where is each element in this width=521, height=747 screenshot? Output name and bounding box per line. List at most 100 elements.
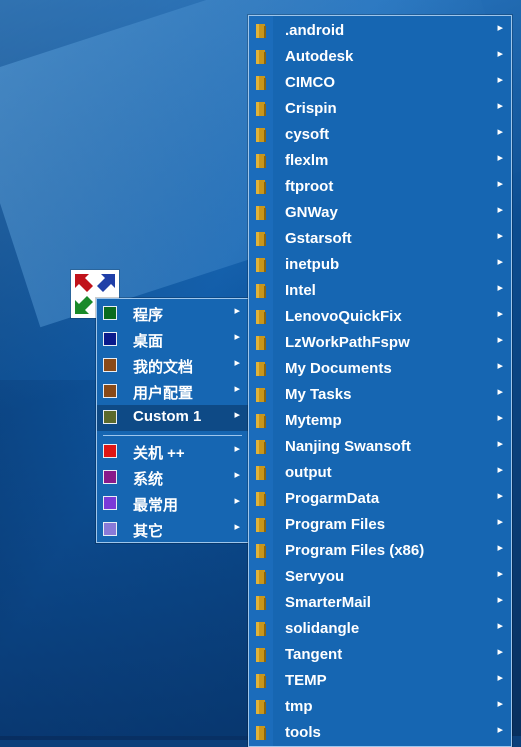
menu-separator: [103, 435, 242, 436]
submenu-folder-item[interactable]: tmp ▸: [249, 694, 511, 720]
submenu-folder-item[interactable]: TEMP ▸: [249, 668, 511, 694]
main-menu-item[interactable]: 关机 ++ ▸: [97, 439, 248, 465]
chevron-right-icon: ▸: [497, 307, 503, 320]
color-swatch-icon: [103, 496, 117, 510]
submenu-folder-item[interactable]: ftproot ▸: [249, 174, 511, 200]
main-menu-item-label: 其它: [133, 523, 164, 540]
submenu-folder-item[interactable]: My Documents ▸: [249, 356, 511, 382]
submenu-folder-item[interactable]: LenovoQuickFix ▸: [249, 304, 511, 330]
main-menu-item[interactable]: 程序 ▸: [97, 301, 248, 327]
submenu-item-label: Intel: [285, 282, 316, 299]
folder-icon: [255, 517, 267, 533]
main-menu-item[interactable]: 系统 ▸: [97, 465, 248, 491]
submenu-folder-item[interactable]: Mytemp ▸: [249, 408, 511, 434]
color-swatch-icon: [103, 384, 117, 398]
submenu-item-label: Program Files: [285, 516, 386, 533]
folder-icon: [255, 49, 267, 65]
chevron-right-icon: ▸: [234, 442, 240, 455]
submenu-folder-item[interactable]: CIMCO ▸: [249, 70, 511, 96]
submenu-item-label: My Documents: [285, 360, 392, 377]
submenu-item-label: Servyou: [285, 568, 345, 585]
submenu-folder-item[interactable]: GNWay ▸: [249, 200, 511, 226]
submenu-folder-item[interactable]: output ▸: [249, 460, 511, 486]
chevron-right-icon: ▸: [497, 723, 503, 736]
submenu-folder-item[interactable]: SmarterMail ▸: [249, 590, 511, 616]
color-swatch-icon: [103, 306, 117, 320]
folder-icon: [255, 283, 267, 299]
folder-icon: [255, 387, 267, 403]
chevron-right-icon: ▸: [497, 385, 503, 398]
submenu-folder-item[interactable]: Program Files (x86) ▸: [249, 538, 511, 564]
submenu-item-label: ProgarmData: [285, 490, 380, 507]
submenu-folder-item[interactable]: flexlm ▸: [249, 148, 511, 174]
main-menu-item[interactable]: 其它 ▸: [97, 517, 248, 543]
folder-icon: [255, 413, 267, 429]
chevron-right-icon: ▸: [497, 73, 503, 86]
submenu-item-label: CIMCO: [285, 74, 335, 91]
submenu-folder-item[interactable]: Autodesk ▸: [249, 44, 511, 70]
chevron-right-icon: ▸: [497, 567, 503, 580]
color-swatch-icon: [103, 358, 117, 372]
chevron-right-icon: ▸: [234, 304, 240, 317]
folder-icon: [255, 23, 267, 39]
main-menu-item[interactable]: 用户配置 ▸: [97, 379, 248, 405]
main-menu: 程序 ▸ 桌面 ▸ 我的文档 ▸ 用户配置 ▸ Custom 1 ▸ 关机 ++ ▸ 系统 ▸ 最常用 ▸ 其它…: [96, 298, 249, 543]
submenu-folder-item[interactable]: Intel ▸: [249, 278, 511, 304]
folder-icon: [255, 257, 267, 273]
main-menu-item[interactable]: 最常用 ▸: [97, 491, 248, 517]
submenu-folder-item[interactable]: tools ▸: [249, 720, 511, 746]
submenu-folder-item[interactable]: Crispin ▸: [249, 96, 511, 122]
submenu-item-label: My Tasks: [285, 386, 352, 403]
submenu-folder-item[interactable]: Servyou ▸: [249, 564, 511, 590]
submenu-item-label: tmp: [285, 698, 313, 715]
main-menu-item[interactable]: 我的文档 ▸: [97, 353, 248, 379]
chevron-right-icon: ▸: [497, 541, 503, 554]
submenu-folder-item[interactable]: ProgarmData ▸: [249, 486, 511, 512]
submenu-item-label: Program Files (x86): [285, 542, 425, 559]
folder-icon: [255, 491, 267, 507]
folder-icon: [255, 101, 267, 117]
chevron-right-icon: ▸: [497, 125, 503, 138]
chevron-right-icon: ▸: [497, 697, 503, 710]
submenu-item-label: tools: [285, 724, 321, 741]
folder-icon: [255, 543, 267, 559]
main-menu-item-label: 用户配置: [133, 385, 194, 402]
chevron-right-icon: ▸: [234, 520, 240, 533]
submenu-folder-item[interactable]: cysoft ▸: [249, 122, 511, 148]
submenu-folder-item[interactable]: My Tasks ▸: [249, 382, 511, 408]
submenu-item-label: Mytemp: [285, 412, 342, 429]
chevron-right-icon: ▸: [234, 468, 240, 481]
submenu-folder-item[interactable]: Gstarsoft ▸: [249, 226, 511, 252]
submenu-folder-item[interactable]: .android ▸: [249, 18, 511, 44]
main-menu-item-label: 我的文档: [133, 359, 194, 376]
chevron-right-icon: ▸: [497, 99, 503, 112]
main-menu-item[interactable]: Custom 1 ▸: [97, 405, 248, 431]
chevron-right-icon: ▸: [497, 411, 503, 424]
chevron-right-icon: ▸: [497, 489, 503, 502]
submenu-item-label: inetpub: [285, 256, 340, 273]
folder-icon: [255, 361, 267, 377]
chevron-right-icon: ▸: [497, 619, 503, 632]
submenu-item-label: Autodesk: [285, 48, 354, 65]
color-swatch-icon: [103, 332, 117, 346]
submenu-folder-item[interactable]: Program Files ▸: [249, 512, 511, 538]
submenu-item-label: .android: [285, 22, 345, 39]
chevron-right-icon: ▸: [497, 333, 503, 346]
main-menu-item-label: 桌面: [133, 333, 164, 350]
color-swatch-icon: [103, 444, 117, 458]
submenu-item-label: LzWorkPathFspw: [285, 334, 410, 351]
folder-icon: [255, 595, 267, 611]
main-menu-item[interactable]: 桌面 ▸: [97, 327, 248, 353]
folder-icon: [255, 335, 267, 351]
folder-icon: [255, 465, 267, 481]
submenu-item-label: ftproot: [285, 178, 334, 195]
submenu-folder-item[interactable]: Nanjing Swansoft ▸: [249, 434, 511, 460]
chevron-right-icon: ▸: [497, 359, 503, 372]
folder-icon: [255, 569, 267, 585]
chevron-right-icon: ▸: [497, 47, 503, 60]
submenu-folder-item[interactable]: Tangent ▸: [249, 642, 511, 668]
submenu-folder-item[interactable]: LzWorkPathFspw ▸: [249, 330, 511, 356]
submenu-folder-item[interactable]: solidangle ▸: [249, 616, 511, 642]
submenu-folder-item[interactable]: inetpub ▸: [249, 252, 511, 278]
submenu-item-label: LenovoQuickFix: [285, 308, 402, 325]
